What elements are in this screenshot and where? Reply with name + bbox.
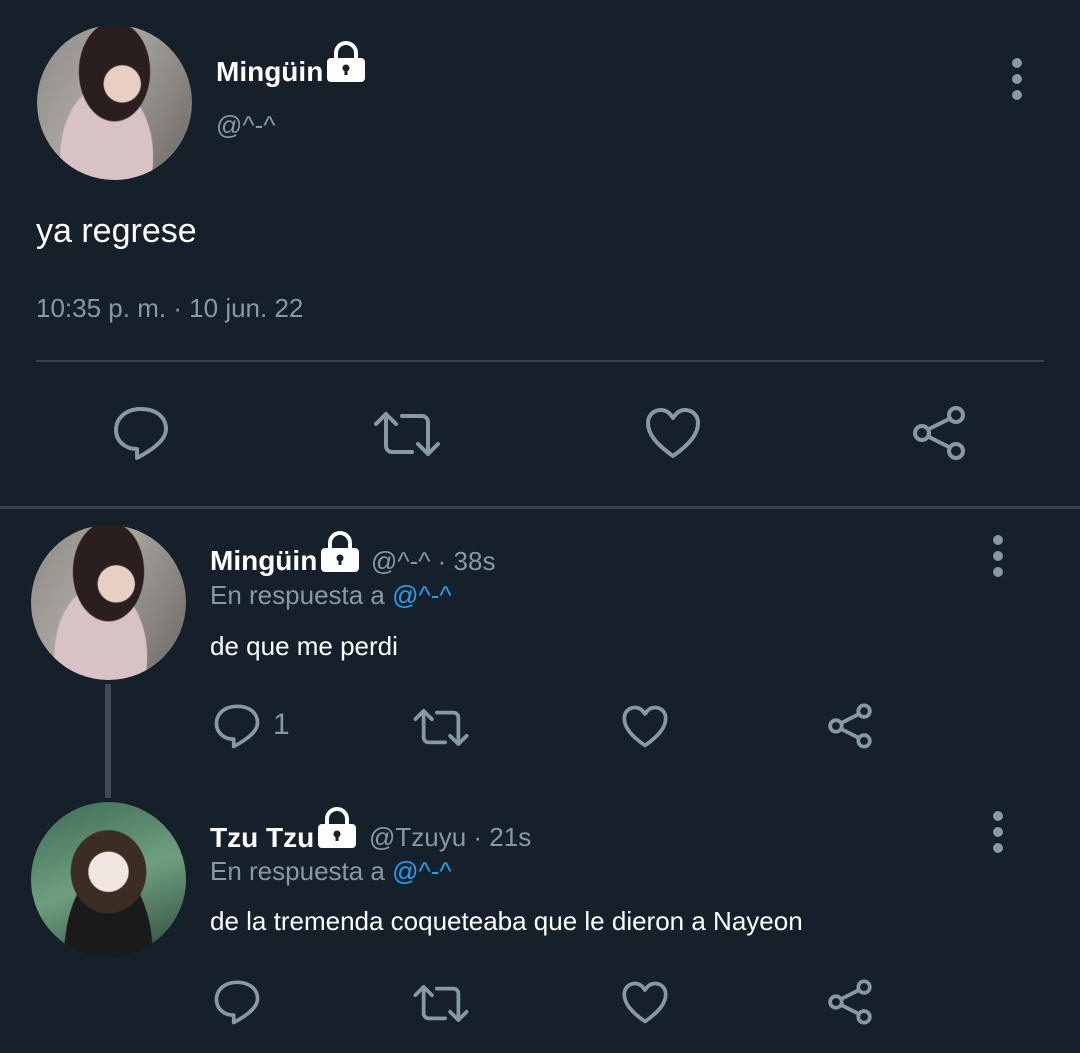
share-icon[interactable] — [826, 702, 874, 750]
reply-count: 1 — [273, 708, 290, 741]
avatar[interactable] — [37, 25, 192, 180]
tweet-text: de la tremenda coqueteaba que le dieron … — [210, 906, 803, 936]
lock-icon — [319, 530, 361, 579]
reply-icon[interactable] — [213, 703, 261, 749]
handle[interactable]: @^-^ — [216, 110, 275, 141]
more-icon[interactable] — [993, 811, 1005, 859]
retweet-icon[interactable] — [372, 408, 442, 460]
handle-time[interactable]: @Tzuyu · 21s — [369, 822, 531, 853]
reply-prefix: En respuesta a — [210, 856, 385, 886]
display-name[interactable]: Mingüin — [210, 545, 317, 577]
avatar[interactable] — [31, 525, 186, 680]
reply-prefix: En respuesta a — [210, 580, 385, 610]
like-icon[interactable] — [621, 704, 669, 749]
tweet-text: de que me perdi — [210, 631, 398, 661]
reply-context: En respuesta a @^-^ — [210, 856, 452, 887]
more-icon[interactable] — [993, 535, 1005, 583]
handle-time[interactable]: @^-^ · 38s — [371, 546, 495, 577]
timestamp[interactable]: 10:35 p. m. · 10 jun. 22 — [36, 293, 303, 324]
section-divider — [0, 506, 1080, 509]
lock-icon — [316, 806, 358, 855]
tweet-text: ya regrese — [36, 212, 197, 250]
reply-icon[interactable] — [112, 405, 170, 461]
lock-icon — [325, 40, 367, 89]
reply-icon[interactable] — [213, 979, 261, 1025]
like-icon[interactable] — [621, 980, 669, 1025]
reply-to-link[interactable]: @^-^ — [392, 580, 451, 610]
display-name[interactable]: Mingüin — [216, 56, 323, 88]
like-icon[interactable] — [644, 406, 702, 460]
retweet-icon[interactable] — [412, 982, 470, 1025]
share-icon[interactable] — [826, 978, 874, 1026]
share-icon[interactable] — [910, 404, 968, 462]
reply-to-link[interactable]: @^-^ — [392, 856, 451, 886]
avatar[interactable] — [31, 802, 186, 957]
more-icon[interactable] — [1012, 58, 1024, 106]
retweet-icon[interactable] — [412, 706, 470, 749]
thread-line — [105, 684, 111, 798]
divider — [36, 360, 1044, 362]
reply-context: En respuesta a @^-^ — [210, 580, 452, 611]
display-name[interactable]: Tzu Tzu — [210, 822, 314, 854]
